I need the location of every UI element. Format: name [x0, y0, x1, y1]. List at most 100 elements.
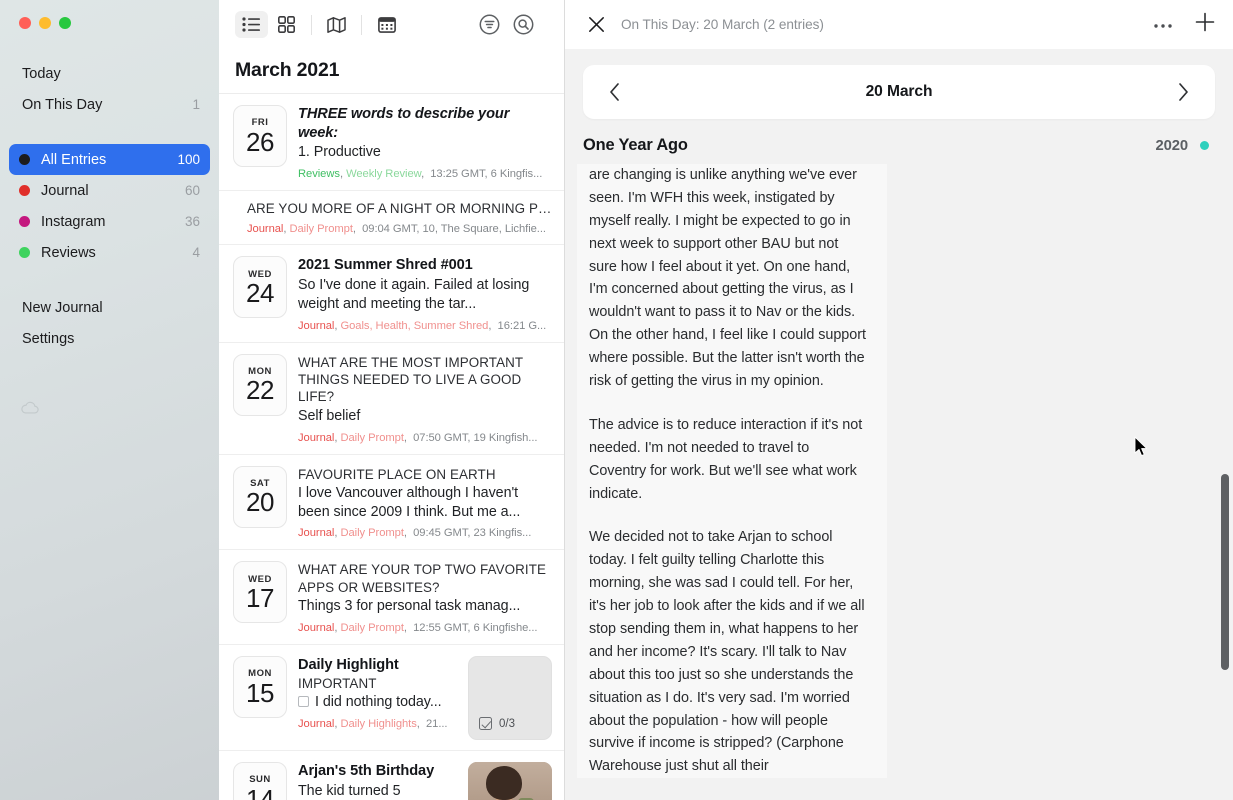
sidebar-item-journal[interactable]: Journal 60: [9, 175, 210, 206]
entry-tag: Journal: [298, 431, 335, 444]
entry-meta: Journal, Daily Prompt, 09:04 GMT, 10, Th…: [247, 223, 546, 236]
toolbar-divider-2: [361, 14, 362, 35]
section-header: One Year Ago 2020: [577, 136, 1215, 155]
entry-list[interactable]: FRI 26 THREE words to describe your week…: [219, 94, 564, 800]
day-navigator: 20 March: [583, 65, 1215, 119]
entry-datebox: MON 22: [233, 353, 287, 416]
entry-day-number: 24: [246, 278, 274, 309]
more-options-button[interactable]: [1153, 16, 1173, 34]
entry-list-column: March 2021 FRI 26 THREE words to describ…: [219, 0, 565, 800]
search-button[interactable]: [513, 14, 534, 35]
entry-body: WHAT ARE THE MOST IMPORTANT THINGS NEEDE…: [298, 354, 552, 444]
checklist-badge: 0/3: [479, 717, 515, 730]
list-item[interactable]: WED 17 WHAT ARE YOUR TOP TWO FAVORITE AP…: [219, 550, 564, 645]
sidebar-item-label: On This Day: [22, 96, 103, 113]
entry-body: FAVOURITE PLACE ON EARTH I love Vancouve…: [298, 466, 552, 540]
entry-meta-rest: 21...: [425, 717, 448, 730]
journal-color-dot: [19, 216, 30, 227]
entry-day-number: 20: [246, 487, 274, 518]
sidebar-item-all-entries[interactable]: All Entries 100: [9, 144, 210, 175]
section-year: 2020: [1155, 138, 1188, 154]
close-window-button[interactable]: [19, 17, 31, 29]
sidebar-item-new-journal[interactable]: New Journal: [9, 292, 210, 323]
entry-paragraph: The advice is to reduce interaction if i…: [589, 416, 863, 502]
todo-checkbox-icon[interactable]: [298, 696, 309, 708]
grid-view-button[interactable]: [270, 11, 303, 38]
entry-meta: Journal, Goals, Health, Summer Shred, 16…: [298, 319, 547, 332]
entry-paragraph: are changing is unlike anything we've ev…: [589, 167, 866, 390]
entry-tag: Journal: [298, 717, 335, 730]
day-navigator-label: 20 March: [865, 83, 933, 100]
chevron-left-icon: [610, 83, 619, 101]
minimize-window-button[interactable]: [39, 17, 51, 29]
detail-actions: [1153, 12, 1215, 37]
sidebar-item-label: All Entries: [41, 151, 107, 168]
sidebar-item-label: Today: [22, 65, 61, 82]
detail-toolbar: On This Day: 20 March (2 entries): [565, 0, 1233, 49]
toolbar-divider: [311, 14, 312, 35]
list-item[interactable]: ARE YOU MORE OF A NIGHT OR MORNING PERSO…: [219, 191, 564, 246]
entry-day-number: 26: [246, 126, 274, 157]
sidebar-item-label: Journal: [41, 182, 89, 199]
list-item[interactable]: SAT 20 FAVOURITE PLACE ON EARTH I love V…: [219, 455, 564, 551]
sidebar-nav: Today On This Day 1 All Entries 100 Jour…: [0, 58, 219, 354]
calendar-view-button[interactable]: [370, 11, 403, 38]
entry-meta-rest: 13:25 GMT, 6 Kingfis...: [430, 168, 543, 181]
entry-datebox: WED 24: [233, 256, 287, 319]
map-view-button[interactable]: [320, 11, 353, 38]
view-switcher: [235, 11, 403, 38]
close-panel-button[interactable]: [583, 12, 609, 38]
entry-meta: Journal, Daily Prompt, 09:45 GMT, 23 Kin…: [298, 527, 532, 540]
entry-photo-thumb: [468, 762, 552, 800]
entry-content-card[interactable]: are changing is unlike anything we've ev…: [577, 164, 887, 779]
filter-button[interactable]: [479, 14, 500, 35]
entry-title: Arjan's 5th Birthday: [298, 763, 435, 779]
list-item[interactable]: FRI 26 THREE words to describe your week…: [219, 94, 564, 192]
entry-subtag: Weekly Review: [346, 168, 422, 181]
entry-day-number: 15: [246, 677, 274, 708]
entry-snippet: So I've done it again. Failed at losing …: [298, 277, 530, 312]
sidebar: Today On This Day 1 All Entries 100 Jour…: [0, 0, 219, 800]
entry-snippet-row: I did nothing today...: [298, 693, 457, 712]
sidebar-item-reviews[interactable]: Reviews 4: [9, 237, 210, 268]
entry-datebox: FRI 26: [233, 105, 287, 167]
sidebar-divider-space: [0, 120, 219, 144]
entry-meta-rest: 09:45 GMT, 23 Kingfis...: [413, 527, 532, 540]
list-item[interactable]: SUN 14 Arjan's 5th Birthday The kid turn…: [219, 751, 564, 800]
zoom-window-button[interactable]: [59, 17, 71, 29]
entry-datebox: SAT 20: [233, 465, 287, 528]
list-view-button[interactable]: [235, 11, 268, 38]
list-item[interactable]: WED 24 2021 Summer Shred #001 So I've do…: [219, 245, 564, 343]
entry-tag: Journal: [298, 622, 335, 634]
entry-tag: Journal: [298, 527, 335, 540]
entry-title: THREE words to describe your week:: [298, 106, 510, 141]
next-day-button[interactable]: [1169, 78, 1197, 106]
sidebar-item-on-this-day[interactable]: On This Day 1: [9, 89, 210, 120]
grid-view-icon: [278, 16, 295, 33]
sidebar-item-count: 36: [184, 214, 200, 229]
add-entry-button[interactable]: [1195, 12, 1215, 37]
entry-datebox: MON 15: [233, 656, 287, 718]
list-item[interactable]: MON 15 Daily Highlight IMPORTANT I did n…: [219, 645, 564, 751]
sidebar-item-count: 100: [177, 152, 200, 167]
sidebar-item-count: 4: [192, 245, 200, 260]
detail-scroll-area[interactable]: 20 March One Year Ago 2020 are changing …: [565, 49, 1233, 800]
entry-body: THREE words to describe your week: 1. Pr…: [298, 105, 552, 180]
vertical-scrollbar[interactable]: [1221, 474, 1229, 670]
entry-tag: Reviews: [298, 168, 340, 181]
previous-day-button[interactable]: [601, 78, 629, 106]
entry-body: Daily Highlight IMPORTANT I did nothing …: [298, 656, 457, 740]
entry-day-number: 14: [246, 783, 274, 800]
sidebar-item-label: Settings: [22, 330, 75, 347]
entry-subtag: Daily Highlights: [340, 717, 417, 730]
map-view-icon: [327, 16, 346, 33]
entry-paragraph: We decided not to take Arjan to school t…: [589, 529, 865, 775]
sidebar-item-instagram[interactable]: Instagram 36: [9, 206, 210, 237]
entry-tag: Journal: [298, 319, 335, 332]
sidebar-item-settings[interactable]: Settings: [9, 323, 210, 354]
journal-color-dot: [19, 185, 30, 196]
entry-subtag: Goals, Health, Summer Shred: [340, 319, 489, 332]
app-window: Today On This Day 1 All Entries 100 Jour…: [0, 0, 1233, 800]
sidebar-item-today[interactable]: Today: [9, 58, 210, 89]
list-item[interactable]: MON 22 WHAT ARE THE MOST IMPORTANT THING…: [219, 343, 564, 455]
